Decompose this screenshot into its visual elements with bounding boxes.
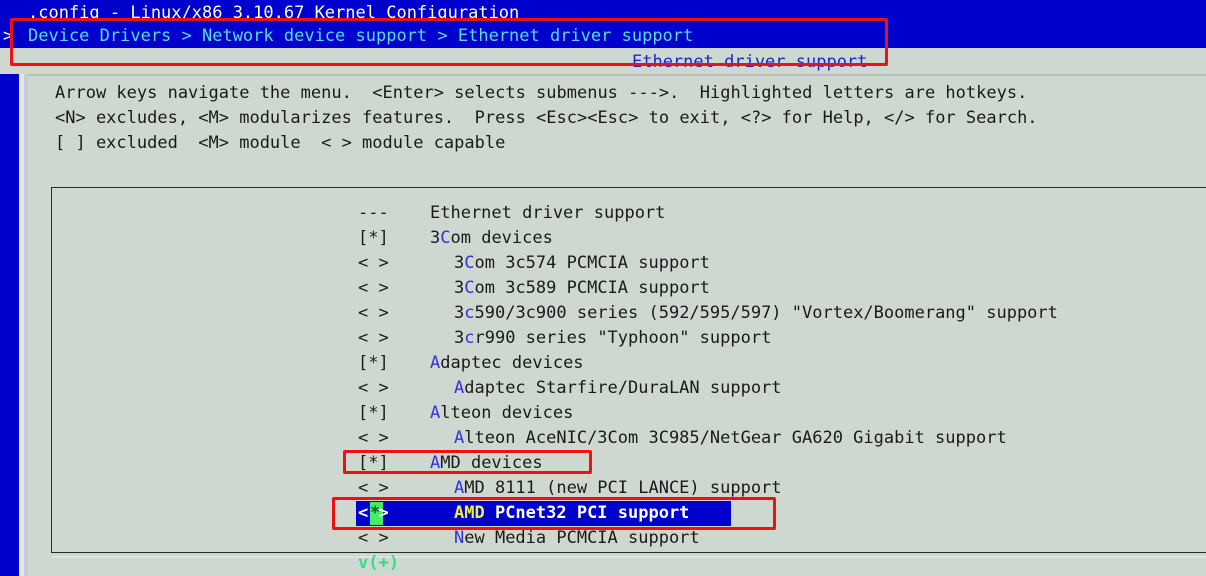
menu-row[interactable]: < > 3Com 3c589 PCMCIA support	[0, 276, 1206, 301]
menu-row-selected[interactable]: < > * AMD PCnet32 PCI support	[0, 501, 1206, 526]
label-hotkey: A	[454, 478, 465, 498]
menu-row-state-tag[interactable]: < >	[358, 476, 389, 501]
help-line-3: [ ] excluded <M> module < > module capab…	[55, 133, 506, 153]
menu-row[interactable]: < > 3cr990 series "Typhoon" support	[0, 326, 1206, 351]
menu-row-state-tag[interactable]: [*]	[358, 401, 389, 426]
label-text: daptec devices	[440, 353, 584, 373]
menu-heading-bar: Ethernet driver support	[0, 48, 1206, 74]
menu-row-state-tag[interactable]: < >	[358, 376, 389, 401]
menu-row-label[interactable]: 3cr990 series "Typhoon" support	[454, 326, 771, 351]
label-prefix: 3	[454, 328, 465, 348]
menu-row[interactable]: < > Adaptec Starfire/DuraLAN support	[0, 376, 1206, 401]
label-hotkey: A	[430, 453, 441, 473]
scroll-down-indicator[interactable]: v(+)	[358, 551, 399, 576]
menu-row-label[interactable]: AMD 8111 (new PCI LANCE) support	[454, 476, 782, 501]
label-hotkey: A	[454, 428, 465, 448]
menu-row-label[interactable]: 3Com 3c574 PCMCIA support	[454, 251, 710, 276]
kernel-config-screen: .config - Linux/x86 3.10.67 Kernel Confi…	[0, 0, 1206, 576]
label-text: lteon devices	[440, 403, 574, 423]
menu-row[interactable]: < > 3c590/3c900 series (592/595/597) "Vor…	[0, 301, 1206, 326]
breadcrumb[interactable]: Device Drivers > Network device support …	[28, 24, 693, 49]
menu-row-label[interactable]: Ethernet driver support	[430, 201, 665, 226]
label-text: MD devices	[440, 453, 543, 473]
heading-separator	[28, 74, 1206, 76]
menu-row-label[interactable]: 3Com devices	[430, 226, 553, 251]
menu-row-label[interactable]: New Media PCMCIA support	[454, 526, 700, 551]
label-hotkey: N	[454, 528, 465, 548]
menu-row-state-tag[interactable]: < >	[358, 426, 389, 451]
menu-row[interactable]: < > AMD 8111 (new PCI LANCE) support	[0, 476, 1206, 501]
label-text: MD 8111 (new PCI LANCE) support	[464, 478, 782, 498]
menu-row[interactable]: [*] Alteon devices	[0, 401, 1206, 426]
menu-row-state-tag[interactable]: < >	[358, 326, 389, 351]
menu-row-label[interactable]: AMD PCnet32 PCI support	[454, 501, 689, 526]
menu-heading-title: Ethernet driver support	[632, 52, 868, 72]
help-line-1: Arrow keys navigate the menu. <Enter> se…	[55, 83, 1028, 103]
menu-row[interactable]: < > New Media PCMCIA support	[0, 526, 1206, 551]
label-hotkey: C	[440, 228, 451, 248]
menu-row-label[interactable]: 3c590/3c900 series (592/595/597) "Vortex…	[454, 301, 1058, 326]
label-text: 590/3c900 series (592/595/597) "Vortex/B…	[474, 303, 1058, 323]
menu-row-state-tag[interactable]: [*]	[358, 351, 389, 376]
label-prefix: 3	[454, 278, 465, 298]
label-hotkey: AMD	[454, 503, 485, 523]
menu-row-label[interactable]: AMD devices	[430, 451, 543, 476]
menu-row-label[interactable]: Alteon devices	[430, 401, 573, 426]
menu-row-label[interactable]: Adaptec Starfire/DuraLAN support	[454, 376, 782, 401]
menu-row-state-tag[interactable]: [*]	[358, 451, 389, 476]
menu-row[interactable]: [*] AMD devices	[0, 451, 1206, 476]
label-hotkey: C	[464, 278, 475, 298]
label-prefix: 3	[454, 253, 465, 273]
cursor-char: *	[370, 503, 381, 523]
label-text: om 3c589 PCMCIA support	[474, 278, 710, 298]
panel-bottom-line	[52, 556, 1206, 558]
menu-row[interactable]: [*] 3Com devices	[0, 226, 1206, 251]
label-text: daptec Starfire/DuraLAN support	[464, 378, 782, 398]
menu-row-state-tag[interactable]: [*]	[358, 226, 389, 251]
label-hotkey: C	[464, 253, 475, 273]
menu-row-state-tag[interactable]: < >	[358, 276, 389, 301]
help-line-2: <N> excludes, <M> modularizes features. …	[55, 108, 1038, 128]
label-prefix: 3	[430, 228, 441, 248]
menu-row-state-tag[interactable]: < >	[358, 301, 389, 326]
menu-row[interactable]: [*] Adaptec devices	[0, 351, 1206, 376]
menu-row-state-tag[interactable]: < >	[358, 526, 389, 551]
menu-row-state-tag[interactable]: < >	[358, 251, 389, 276]
label-hotkey: A	[430, 403, 441, 423]
label-hotkey: c	[464, 303, 475, 323]
label-hotkey: A	[430, 353, 441, 373]
label-hotkey: A	[454, 378, 465, 398]
menu-row[interactable]: --- Ethernet driver support	[0, 201, 1206, 226]
label-text: om 3c574 PCMCIA support	[474, 253, 710, 273]
label-text: ew Media PCMCIA support	[464, 528, 700, 548]
label-text: lteon AceNIC/3Com 3C985/NetGear GA620 Gi…	[464, 428, 1007, 448]
menu-row-label[interactable]: 3Com 3c589 PCMCIA support	[454, 276, 710, 301]
help-text-block: Arrow keys navigate the menu. <Enter> se…	[0, 78, 1206, 203]
menu-row[interactable]: < > 3Com 3c574 PCMCIA support	[0, 251, 1206, 276]
menu-row-label[interactable]: Alteon AceNIC/3Com 3C985/NetGear GA620 G…	[454, 426, 1007, 451]
label-text: Ethernet driver support	[430, 203, 666, 223]
menu-row-label[interactable]: Adaptec devices	[430, 351, 584, 376]
menu-row-state-tag[interactable]: ---	[358, 201, 389, 226]
label-text: r990 series "Typhoon" support	[474, 328, 772, 348]
label-prefix: 3	[454, 303, 465, 323]
breadcrumb-bar: > Device Drivers > Network device suppor…	[0, 21, 1206, 48]
breadcrumb-arrow-icon: >	[3, 26, 14, 46]
window-titlebar: .config - Linux/x86 3.10.67 Kernel Confi…	[0, 0, 1206, 23]
label-text: PCnet32 PCI support	[484, 503, 690, 523]
menu-row[interactable]: < > Alteon AceNIC/3Com 3C985/NetGear GA62…	[0, 426, 1206, 451]
label-text: om devices	[450, 228, 553, 248]
label-hotkey: c	[464, 328, 475, 348]
